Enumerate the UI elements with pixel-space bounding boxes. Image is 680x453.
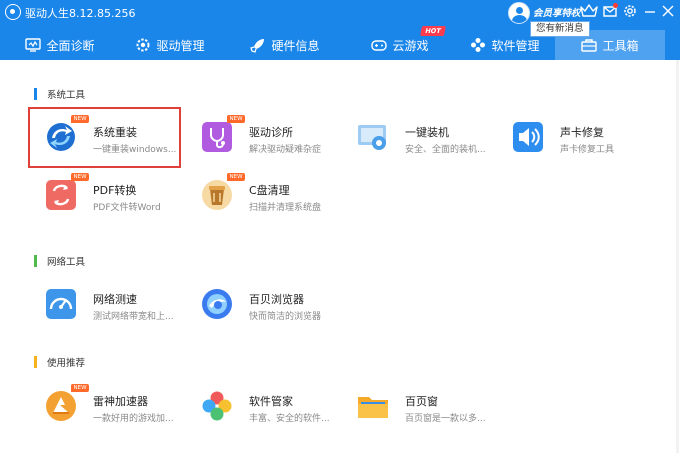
tool-desc: 解决驱动疑难杂症 (249, 145, 322, 155)
tool-desc: 安全、全面的装机... (405, 145, 486, 155)
software-manager-icon (201, 390, 233, 422)
section-title-text: 使用推荐 (47, 358, 86, 369)
tool-desc: 声卡修复工具 (560, 145, 615, 155)
monitor-icon (25, 38, 42, 52)
tool-desc: 一款好用的游戏加... (93, 414, 174, 424)
tool-c-drive-clean[interactable]: NEW C盘清理 扫描并清理系统盘 (201, 173, 351, 218)
section-title-text: 网络工具 (47, 257, 86, 268)
tool-name: 雷神加速器 (93, 395, 148, 408)
vip-privilege-link[interactable]: 会员享特权 (533, 5, 581, 19)
app-logo-icon (5, 4, 21, 20)
tool-name: 驱动诊所 (249, 126, 293, 139)
close-icon[interactable] (661, 4, 675, 18)
speaker-icon (512, 121, 544, 153)
tool-name: 一键装机 (405, 126, 449, 139)
tool-name: 百贝浏览器 (249, 293, 304, 306)
notification-dot (613, 3, 618, 8)
tab-label: 工具箱 (602, 38, 639, 53)
tab-diagnosis[interactable]: 全面诊断 (10, 30, 110, 60)
pdf-convert-icon (45, 179, 77, 211)
tool-driver-clinic[interactable]: NEW 驱动诊所 解决驱动疑难杂症 (201, 115, 351, 160)
tool-pdf-convert[interactable]: NEW PDF转换 PDF文件转Word (45, 173, 195, 218)
disk-clean-icon (201, 179, 233, 211)
tab-label: 软件管理 (491, 38, 540, 53)
tool-network-speed-test[interactable]: 网络测速 测试网络带宽和上... (45, 285, 195, 327)
tool-leishen-accelerator[interactable]: NEW 雷神加速器 一款好用的游戏加... (45, 384, 195, 429)
new-message-tooltip: 您有新消息 (530, 21, 590, 37)
tab-label: 全面诊断 (46, 38, 95, 53)
tool-name: C盘清理 (249, 184, 290, 197)
driver-clinic-icon (201, 121, 233, 153)
hot-badge: HOT (419, 26, 447, 36)
section-title-network: 网络工具 (34, 255, 86, 268)
one-click-install-icon (357, 121, 389, 153)
app-title: 驱动人生8.12.85.256 (25, 7, 136, 20)
accelerator-icon (45, 390, 77, 422)
tool-desc: 测试网络带宽和上... (93, 312, 174, 322)
section-marker (34, 356, 37, 368)
tool-desc: PDF文件转Word (93, 203, 161, 213)
user-avatar[interactable] (508, 2, 530, 24)
tool-desc: 丰富、安全的软件... (249, 414, 330, 424)
section-title-recommend: 使用推荐 (34, 356, 86, 369)
tool-baiye-window[interactable]: 百页窗 百页窗是一款以多... (357, 387, 507, 429)
crown-icon[interactable] (580, 3, 598, 18)
tool-baibei-browser[interactable]: 百贝浏览器 快而简洁的浏览器 (201, 285, 351, 327)
section-title-text: 系统工具 (47, 90, 86, 101)
speedometer-icon (45, 288, 77, 320)
tool-sound-card-repair[interactable]: 声卡修复 声卡修复工具 (512, 118, 662, 160)
apps-icon (471, 38, 486, 52)
section-title-system: 系统工具 (34, 88, 86, 101)
new-badge: NEW (227, 173, 245, 181)
new-badge: NEW (71, 173, 89, 181)
settings-gear-icon[interactable] (622, 3, 638, 19)
tab-label: 驱动管理 (156, 38, 205, 53)
gear-icon (136, 38, 150, 52)
tool-name: 网络测速 (93, 293, 137, 306)
tool-desc: 百页窗是一款以多... (405, 414, 486, 424)
tool-desc: 扫描并清理系统盘 (249, 203, 322, 213)
tab-hardware-info[interactable]: 硬件信息 (235, 30, 335, 60)
tool-one-click-install[interactable]: 一键装机 安全、全面的装机... (357, 118, 507, 160)
tool-name: 百页窗 (405, 395, 438, 408)
folder-icon (357, 390, 389, 422)
tab-label: 云游戏 (392, 38, 429, 53)
section-marker (34, 88, 37, 100)
tool-name: 声卡修复 (560, 126, 604, 139)
tool-name: PDF转换 (93, 184, 137, 197)
tool-software-manager[interactable]: 软件管家 丰富、安全的软件... (201, 387, 351, 429)
tool-name: 软件管家 (249, 395, 293, 408)
gamepad-icon (371, 40, 388, 51)
browser-icon (201, 288, 233, 320)
tab-label: 硬件信息 (271, 38, 320, 53)
section-marker (34, 255, 37, 267)
tool-desc: 快而简洁的浏览器 (249, 312, 322, 322)
new-badge: NEW (227, 115, 245, 123)
vertical-scrollbar[interactable] (676, 60, 679, 453)
new-badge: NEW (71, 384, 89, 392)
selection-highlight (28, 107, 181, 168)
minimize-icon[interactable] (643, 4, 657, 18)
tab-driver-management[interactable]: 驱动管理 (120, 30, 220, 60)
rocket-icon (250, 39, 265, 53)
toolbox-icon (581, 39, 598, 52)
